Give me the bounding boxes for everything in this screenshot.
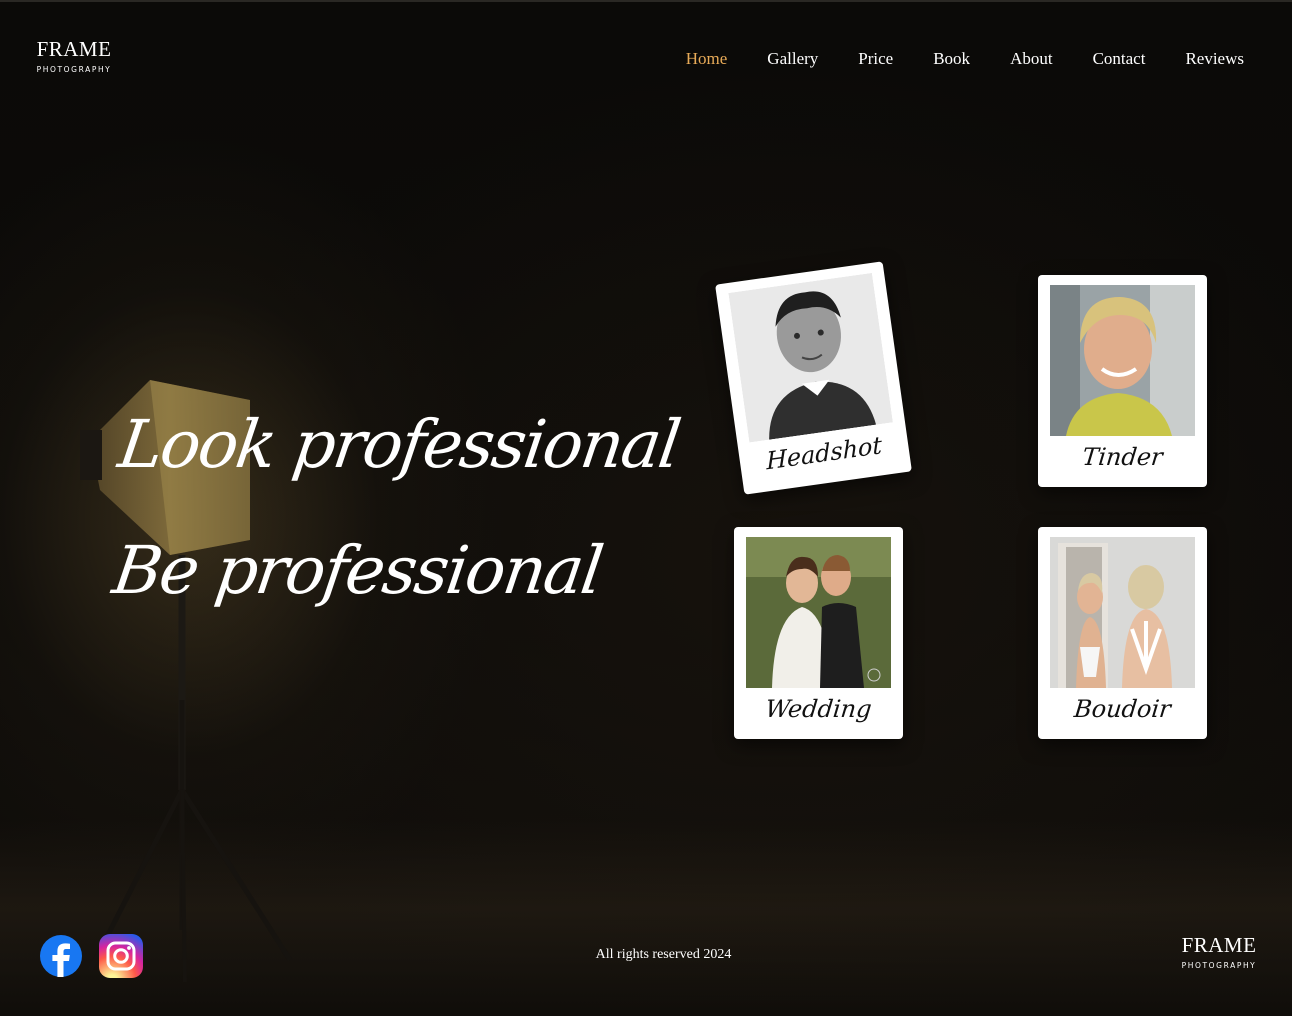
card-boudoir[interactable]: Boudoir	[1038, 527, 1207, 739]
copyright-text: All rights reserved 2024	[595, 947, 732, 962]
wedding-photo	[746, 537, 891, 688]
footer-logo[interactable]: FRAME PHOTOGRAPHY	[1181, 935, 1257, 971]
card-caption: Wedding	[763, 695, 874, 723]
hero-line-1: Look professional	[113, 406, 684, 483]
logo-tagline: PHOTOGRAPHY	[36, 65, 112, 74]
card-tinder[interactable]: Tinder	[1038, 275, 1207, 487]
top-border	[0, 0, 1292, 2]
nav-price[interactable]: Price	[858, 47, 893, 71]
logo[interactable]: FRAME PHOTOGRAPHY	[36, 39, 112, 75]
card-headshot[interactable]: Headshot	[715, 261, 912, 495]
hero-headline: Look professional Be professional	[97, 390, 686, 609]
hero-line-2: Be professional	[108, 532, 607, 609]
nav-gallery[interactable]: Gallery	[767, 47, 818, 71]
logo-tagline: PHOTOGRAPHY	[1181, 961, 1257, 970]
portrait-photo	[1050, 285, 1195, 436]
nav-home[interactable]: Home	[686, 47, 728, 71]
logo-word: FRAME	[1181, 933, 1257, 957]
nav-contact[interactable]: Contact	[1093, 47, 1146, 71]
logo-word: FRAME	[36, 37, 112, 61]
nav-reviews[interactable]: Reviews	[1185, 47, 1244, 71]
main-nav: Home Gallery Price Book About Contact Re…	[686, 47, 1244, 71]
card-wedding[interactable]: Wedding	[734, 527, 903, 739]
nav-book[interactable]: Book	[933, 47, 970, 71]
nav-about[interactable]: About	[1010, 47, 1053, 71]
card-caption: Boudoir	[1072, 695, 1173, 723]
headshot-photo	[728, 272, 893, 443]
boudoir-photo	[1050, 537, 1195, 688]
card-caption: Tinder	[1080, 443, 1165, 471]
